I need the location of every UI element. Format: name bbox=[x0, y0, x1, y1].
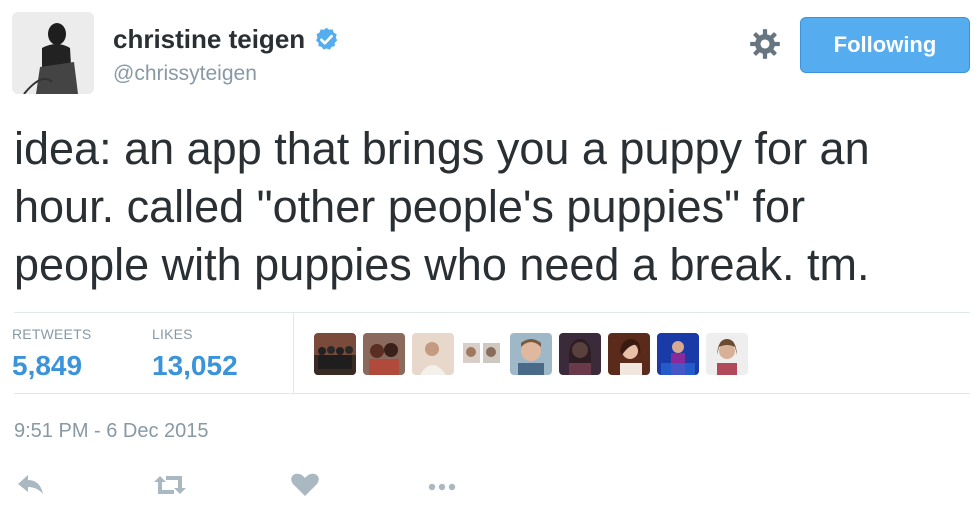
tweet-text-line: people with puppies who need a break. tm… bbox=[14, 239, 870, 290]
liker-avatar[interactable] bbox=[657, 333, 699, 375]
liker-avatar[interactable] bbox=[706, 333, 748, 375]
likes-count[interactable]: 13,052 bbox=[152, 350, 238, 382]
retweet-button[interactable] bbox=[152, 470, 188, 500]
likes-stat[interactable]: LIKES 13,052 bbox=[152, 326, 238, 382]
reply-icon bbox=[18, 475, 43, 494]
liker-avatar[interactable] bbox=[412, 333, 454, 375]
divider bbox=[14, 393, 970, 394]
retweets-count[interactable]: 5,849 bbox=[12, 350, 91, 382]
gear-icon[interactable] bbox=[748, 27, 782, 61]
more-dots-icon bbox=[428, 483, 456, 491]
liker-avatar[interactable] bbox=[608, 333, 650, 375]
liker-avatar[interactable] bbox=[510, 333, 552, 375]
author-handle[interactable]: @chrissyteigen bbox=[113, 62, 257, 86]
tweet-text: idea: an app that brings you a puppy for… bbox=[14, 120, 964, 294]
author-display-name[interactable]: christine teigen bbox=[113, 24, 305, 55]
stats-separator bbox=[293, 313, 294, 393]
liker-avatar[interactable] bbox=[314, 333, 356, 375]
divider bbox=[14, 312, 970, 313]
reply-button[interactable] bbox=[16, 470, 46, 500]
tweet-text-line: idea: an app that brings you a puppy for… bbox=[14, 123, 870, 174]
following-button[interactable]: Following bbox=[800, 17, 970, 73]
liker-avatars bbox=[314, 333, 748, 375]
liker-avatar[interactable] bbox=[461, 333, 503, 375]
heart-icon bbox=[291, 473, 319, 496]
tweet-text-line: hour. called "other people's puppies" fo… bbox=[14, 181, 806, 232]
more-button[interactable] bbox=[426, 470, 460, 500]
avatar-photo bbox=[12, 12, 94, 94]
retweets-label: RETWEETS bbox=[12, 326, 92, 342]
verified-badge-icon bbox=[316, 27, 338, 50]
retweet-icon bbox=[154, 476, 186, 494]
liker-avatar[interactable] bbox=[559, 333, 601, 375]
avatar[interactable] bbox=[12, 12, 94, 94]
author-name-row[interactable]: christine teigen bbox=[113, 24, 340, 55]
likes-label: LIKES bbox=[152, 326, 193, 342]
tweet-timestamp[interactable]: 9:51 PM - 6 Dec 2015 bbox=[14, 420, 209, 443]
liker-avatar[interactable] bbox=[363, 333, 405, 375]
like-button[interactable] bbox=[290, 470, 320, 500]
retweets-stat[interactable]: RETWEETS 5,849 bbox=[12, 326, 91, 382]
